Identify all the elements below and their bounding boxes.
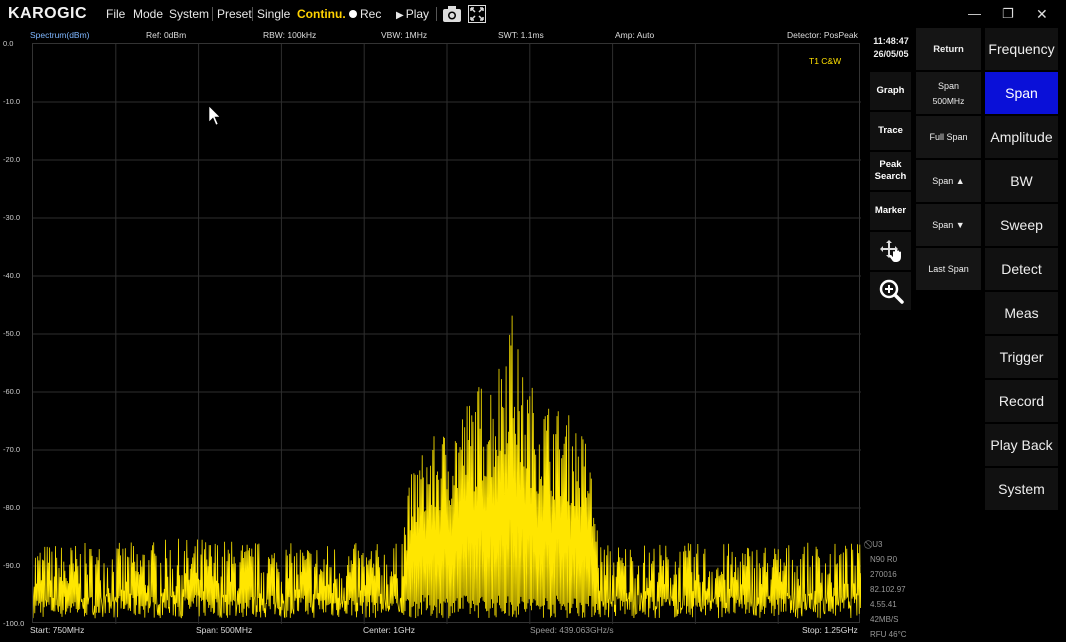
graph-button[interactable]: Graph xyxy=(870,72,911,110)
main-menu-bw[interactable]: BW xyxy=(985,160,1058,202)
play-icon: ▶ xyxy=(396,10,404,21)
frequency-bottom-bar: Start: 750MHz Span: 500MHz Center: 1GHz … xyxy=(0,625,866,637)
amp-mode: Amp: Auto xyxy=(615,30,655,40)
main-menu-system[interactable]: System xyxy=(985,468,1058,510)
device-status: ⃠ U3 N90 R0 270016 82.102.97 4.55.41 42M… xyxy=(870,537,930,642)
record-dot-icon xyxy=(349,10,357,18)
trace-button[interactable]: Trace xyxy=(870,112,911,150)
mouse-cursor-icon xyxy=(208,105,221,126)
peak-search-button[interactable]: Peak Search xyxy=(870,152,911,190)
main-menu-span[interactable]: Span xyxy=(985,72,1058,114)
status-line: 82.102.97 xyxy=(870,585,906,594)
rec-button[interactable]: Rec xyxy=(349,7,381,21)
main-menu-meas[interactable]: Meas xyxy=(985,292,1058,334)
menu-single[interactable]: Single xyxy=(257,7,290,21)
menu-continuous[interactable]: Continu. xyxy=(297,7,346,21)
status-line: N90 R0 xyxy=(870,555,898,564)
move-hand-icon xyxy=(879,240,901,262)
span-up-button[interactable]: Span ▲ xyxy=(916,160,981,202)
span-down-button[interactable]: Span ▼ xyxy=(916,204,981,246)
play-button[interactable]: ▶ Play xyxy=(396,7,429,21)
span-setting-value: 500MHz xyxy=(932,95,965,106)
zoom-button[interactable] xyxy=(870,272,911,310)
pan-tool-button[interactable] xyxy=(870,232,911,270)
spectrum-unit-label: Spectrum(dBm) xyxy=(30,30,90,40)
restore-icon[interactable]: ❐ xyxy=(1002,6,1014,22)
y-tick-label: 0.0 xyxy=(3,39,14,48)
status-line: ⃠ U3 xyxy=(872,540,883,549)
full-span-button[interactable]: Full Span xyxy=(916,116,981,158)
y-tick-label: -70.0 xyxy=(3,445,21,454)
y-tick-label: -60.0 xyxy=(3,387,21,396)
clock-time: 11:48:47 xyxy=(873,36,909,46)
status-line: 4.55.41 xyxy=(870,600,897,609)
menu-system[interactable]: System xyxy=(169,7,209,21)
menu-separator xyxy=(436,7,437,21)
menu-separator xyxy=(212,7,213,21)
last-span-button[interactable]: Last Span xyxy=(916,248,981,290)
main-menu-amplitude[interactable]: Amplitude xyxy=(985,116,1058,158)
marker-button[interactable]: Marker xyxy=(870,192,911,230)
main-menu-frequency[interactable]: Frequency xyxy=(985,28,1058,70)
return-button[interactable]: Return xyxy=(916,28,981,70)
menu-preset[interactable]: Preset xyxy=(217,7,252,21)
camera-icon[interactable] xyxy=(442,5,462,23)
spectrum-plot[interactable]: T1 C&W xyxy=(32,43,861,624)
span-frequency: Span: 500MHz xyxy=(196,625,253,635)
center-frequency: Center: 1GHz xyxy=(363,625,415,635)
span-setting-button[interactable]: Span 500MHz xyxy=(916,72,981,114)
measurement-info-bar: Spectrum(dBm) Ref: 0dBm RBW: 100kHz VBW:… xyxy=(0,30,866,42)
y-tick-label: -90.0 xyxy=(3,561,21,570)
start-frequency: Start: 750MHz xyxy=(30,625,85,635)
y-tick-label: -40.0 xyxy=(3,271,21,280)
trace-tag: T1 C&W xyxy=(809,56,842,66)
y-tick-label: -30.0 xyxy=(3,213,21,222)
menu-separator xyxy=(252,7,253,21)
y-tick-label: -50.0 xyxy=(3,329,21,338)
title-bar: KAROGIC File Mode System Preset Single C… xyxy=(0,0,1066,28)
detector-mode: Detector: PosPeak xyxy=(787,30,858,40)
spectrum-svg xyxy=(33,44,861,624)
main-menu-detect[interactable]: Detect xyxy=(985,248,1058,290)
main-menu-playback[interactable]: Play Back xyxy=(985,424,1058,466)
y-tick-label: -80.0 xyxy=(3,503,21,512)
y-tick-label: -10.0 xyxy=(3,97,21,106)
main-menu-record[interactable]: Record xyxy=(985,380,1058,422)
sweep-time: SWT: 1.1ms xyxy=(498,30,544,40)
status-line: 270016 xyxy=(870,570,897,579)
menu-file[interactable]: File xyxy=(106,7,125,21)
zoom-in-icon xyxy=(879,279,904,304)
main-menu-sweep[interactable]: Sweep xyxy=(985,204,1058,246)
app-logo: KAROGIC xyxy=(8,5,88,22)
ref-level: Ref: 0dBm xyxy=(146,30,187,40)
rbw-value: RBW: 100kHz xyxy=(263,30,317,40)
menu-mode[interactable]: Mode xyxy=(133,7,163,21)
fullscreen-icon[interactable] xyxy=(468,5,486,23)
vbw-value: VBW: 1MHz xyxy=(381,30,428,40)
main-menu-trigger[interactable]: Trigger xyxy=(985,336,1058,378)
stop-frequency: Stop: 1.25GHz xyxy=(802,625,858,635)
clock: 11:48:47 26/05/05 xyxy=(868,35,914,61)
span-setting-label: Span xyxy=(937,80,960,91)
close-icon[interactable]: ✕ xyxy=(1036,6,1048,23)
y-tick-label: -20.0 xyxy=(3,155,21,164)
sweep-speed: Speed: 439.063GHz/s xyxy=(530,625,614,635)
status-line: 42MB/S xyxy=(870,615,899,624)
clock-date: 26/05/05 xyxy=(873,49,909,59)
minimize-icon[interactable]: — xyxy=(968,6,981,21)
